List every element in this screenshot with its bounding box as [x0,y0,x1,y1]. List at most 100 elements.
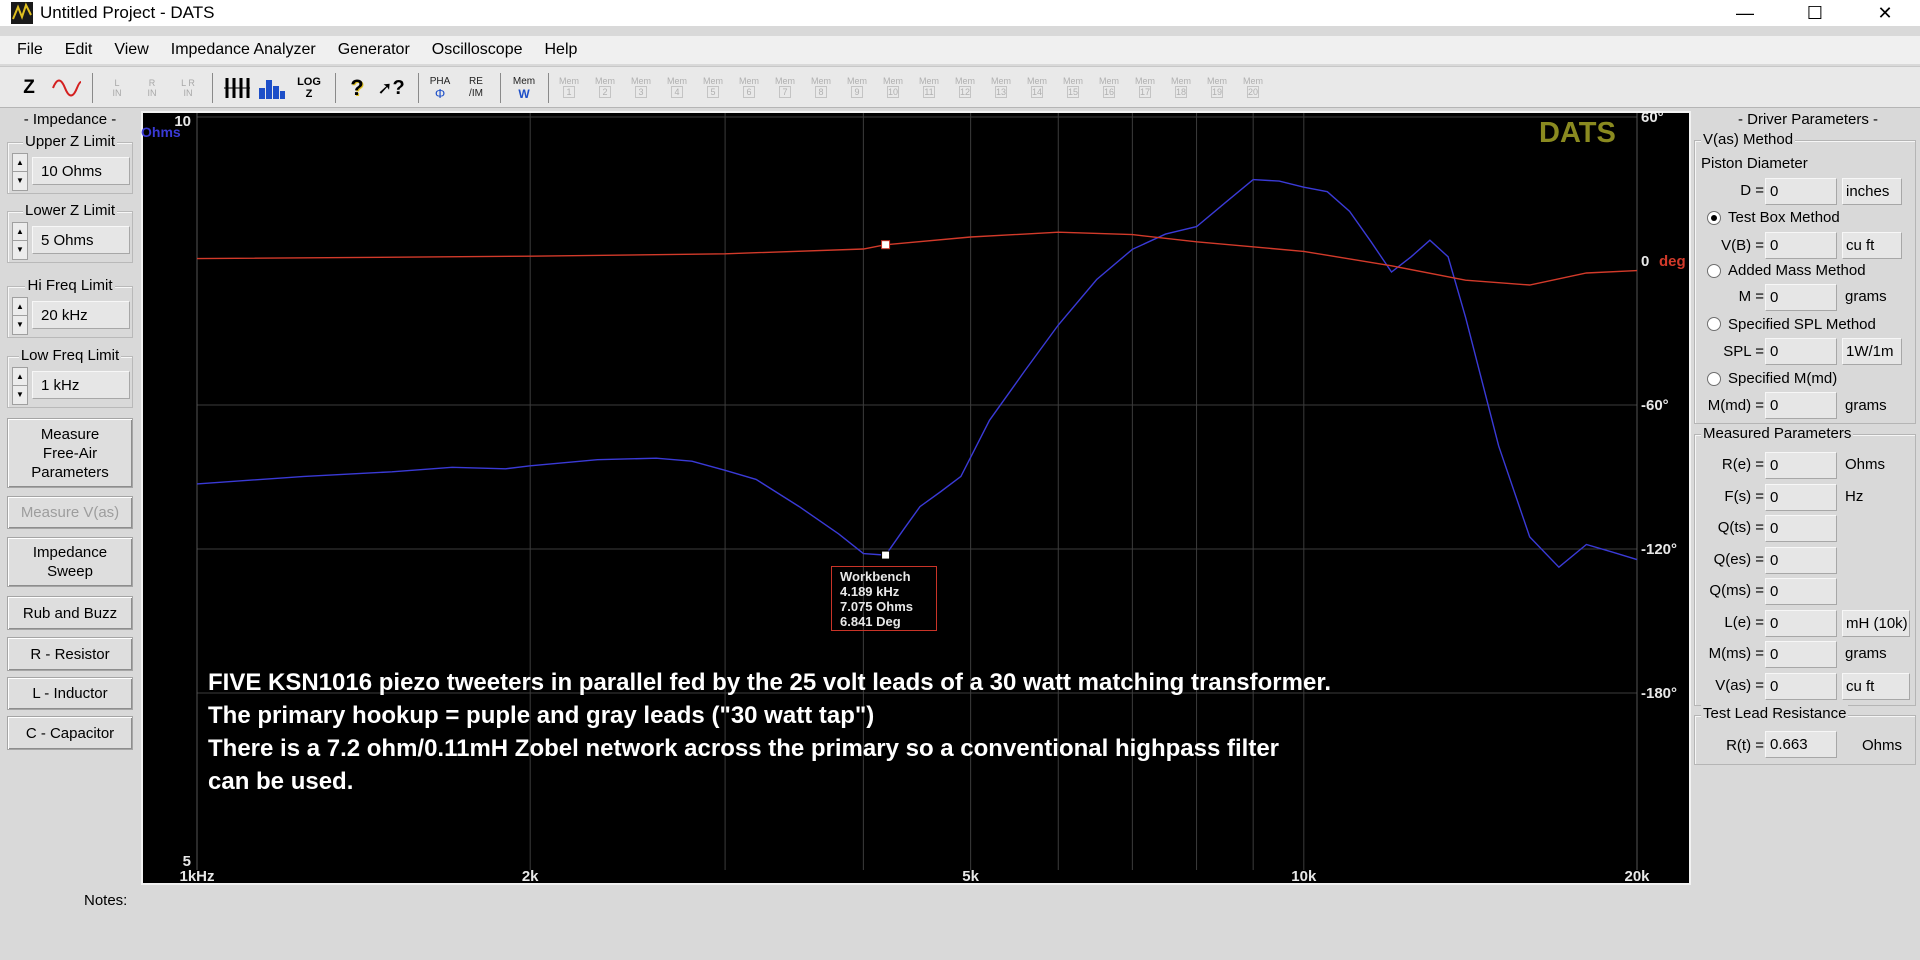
spin-up-icon[interactable]: ▲ [13,368,27,386]
memory-slot-8[interactable]: Mem 8 [808,76,834,98]
impedance-mode-button[interactable]: Z [14,72,44,104]
spin-down-icon[interactable]: ▼ [13,386,27,404]
phase-button[interactable]: PHA Φ [424,72,456,104]
spin-up-icon[interactable]: ▲ [13,298,27,316]
memory-slot-2[interactable]: Mem 2 [592,76,618,98]
rub-and-buzz-button[interactable]: Rub and Buzz [7,596,133,630]
upper-z-spinner[interactable]: ▲ ▼ [12,153,28,191]
sine-wave-button[interactable] [50,72,84,104]
menu-generator[interactable]: Generator [327,41,421,59]
memory-slot-number: 7 [779,86,791,98]
memory-write-button[interactable]: Mem W [508,72,540,104]
left-input-button[interactable]: L IN [106,72,128,104]
memory-slot-7[interactable]: Mem 7 [772,76,798,98]
memory-slot-20[interactable]: Mem 20 [1240,76,1266,98]
impedance-cursor-marker[interactable] [881,550,891,560]
measured-field[interactable]: 0 [1765,578,1837,605]
memory-slot-15[interactable]: Mem 15 [1060,76,1086,98]
m-field[interactable]: 0 [1765,284,1837,311]
memory-slot-6[interactable]: Mem 6 [736,76,762,98]
menu-help[interactable]: Help [533,41,588,59]
memory-slot-1[interactable]: Mem 1 [556,76,582,98]
stereo-input-button[interactable]: L R IN [176,72,200,104]
inductor-button[interactable]: L - Inductor [7,677,133,710]
measured-field[interactable]: 0 [1765,483,1837,511]
lower-z-spinner[interactable]: ▲ ▼ [12,222,28,260]
rt-field[interactable]: 0.663 [1765,731,1837,758]
spin-down-icon[interactable]: ▼ [13,172,27,190]
memory-slot-10[interactable]: Mem 10 [880,76,906,98]
right-input-button[interactable]: R IN [141,72,163,104]
spin-up-icon[interactable]: ▲ [13,154,27,172]
resistor-button[interactable]: R - Resistor [7,637,133,671]
vb-field[interactable]: 0 [1765,232,1837,259]
memory-slot-3[interactable]: Mem 3 [628,76,654,98]
close-button[interactable]: ✕ [1862,0,1908,26]
minimize-button[interactable]: — [1722,0,1768,26]
cursor-readout-phase: 6.841 Deg [840,614,901,629]
menu-oscilloscope[interactable]: Oscilloscope [421,41,534,59]
re-im-button[interactable]: RE/IM [460,72,492,104]
memory-slot-9[interactable]: Mem 9 [844,76,870,98]
upper-z-value[interactable]: 10 Ohms [32,157,130,185]
test-box-radio[interactable] [1707,211,1721,225]
question-icon: ? [392,76,405,99]
spl-unit: 1W/1m [1842,338,1902,365]
memory-slot-13[interactable]: Mem 13 [988,76,1014,98]
measured-field[interactable]: 0 [1765,515,1837,542]
app-icon [11,2,33,24]
menu-view[interactable]: View [103,41,159,59]
memory-slot-12[interactable]: Mem 12 [952,76,978,98]
measure-free-air-button[interactable]: Measure Free-Air Parameters [7,418,133,488]
menu-edit[interactable]: Edit [54,41,104,59]
added-mass-radio[interactable] [1707,264,1721,278]
impedance-plot[interactable]: 1kHz2k5k10k20k105180°120°60°0-60°-120°-1… [141,111,1691,885]
measured-field[interactable]: 0 [1765,641,1837,668]
help-button[interactable]: ? [345,72,369,104]
log-z-button[interactable]: LOG Z [293,72,325,104]
capacitor-button[interactable]: C - Capacitor [7,716,133,750]
low-freq-value[interactable]: 1 kHz [32,371,130,399]
spl-method-radio[interactable] [1707,317,1721,331]
phase-icon: Φ [434,86,446,101]
mmd-method-radio[interactable] [1707,372,1721,386]
memory-slot-16[interactable]: Mem 16 [1096,76,1122,98]
measured-field[interactable]: 0 [1765,672,1837,700]
lower-z-value[interactable]: 5 Ohms [32,226,130,254]
impedance-sweep-button[interactable]: Impedance Sweep [7,537,133,587]
memory-slot-label: Mem [1099,76,1119,86]
mmd-field[interactable]: 0 [1765,392,1837,419]
memory-slot-19[interactable]: Mem 19 [1204,76,1230,98]
measured-label: Q(ms) = [1709,582,1764,599]
low-freq-spinner[interactable]: ▲ ▼ [12,367,28,405]
memory-slot-5[interactable]: Mem 5 [700,76,726,98]
menu-impedance-analyzer[interactable]: Impedance Analyzer [160,41,327,59]
memory-slot-14[interactable]: Mem 14 [1024,76,1050,98]
spin-down-icon[interactable]: ▼ [13,316,27,334]
measure-vas-button[interactable]: Measure V(as) [7,496,133,529]
menu-file[interactable]: File [6,41,54,59]
hi-freq-spinner[interactable]: ▲ ▼ [12,297,28,335]
phase-cursor-marker[interactable] [881,240,891,250]
measured-field[interactable]: 0 [1765,609,1837,637]
measured-field[interactable]: 0 [1765,546,1837,574]
memory-slot-17[interactable]: Mem 17 [1132,76,1158,98]
whats-this-button[interactable]: ➚? [376,72,406,104]
spin-down-icon[interactable]: ▼ [13,241,27,259]
memory-slot-4[interactable]: Mem 4 [664,76,690,98]
memory-slot-label: Mem [739,76,759,86]
hi-freq-value[interactable]: 20 kHz [32,301,130,329]
d-field[interactable]: 0 [1765,178,1837,205]
bar-graph-button[interactable] [257,72,287,104]
memory-slot-18[interactable]: Mem 18 [1168,76,1194,98]
memory-slot-11[interactable]: Mem 11 [916,76,942,98]
grid-lines-button[interactable] [222,72,252,104]
phase-tick-label: 60° [1641,113,1664,126]
memory-slot-number: 10 [887,86,899,98]
y-unit-label: Ohms [141,124,181,140]
measured-field[interactable]: 0 [1765,452,1837,479]
maximize-button[interactable]: ☐ [1792,0,1838,26]
menu-bar: File Edit View Impedance Analyzer Genera… [0,36,1920,64]
spin-up-icon[interactable]: ▲ [13,223,27,241]
spl-field[interactable]: 0 [1765,338,1837,365]
